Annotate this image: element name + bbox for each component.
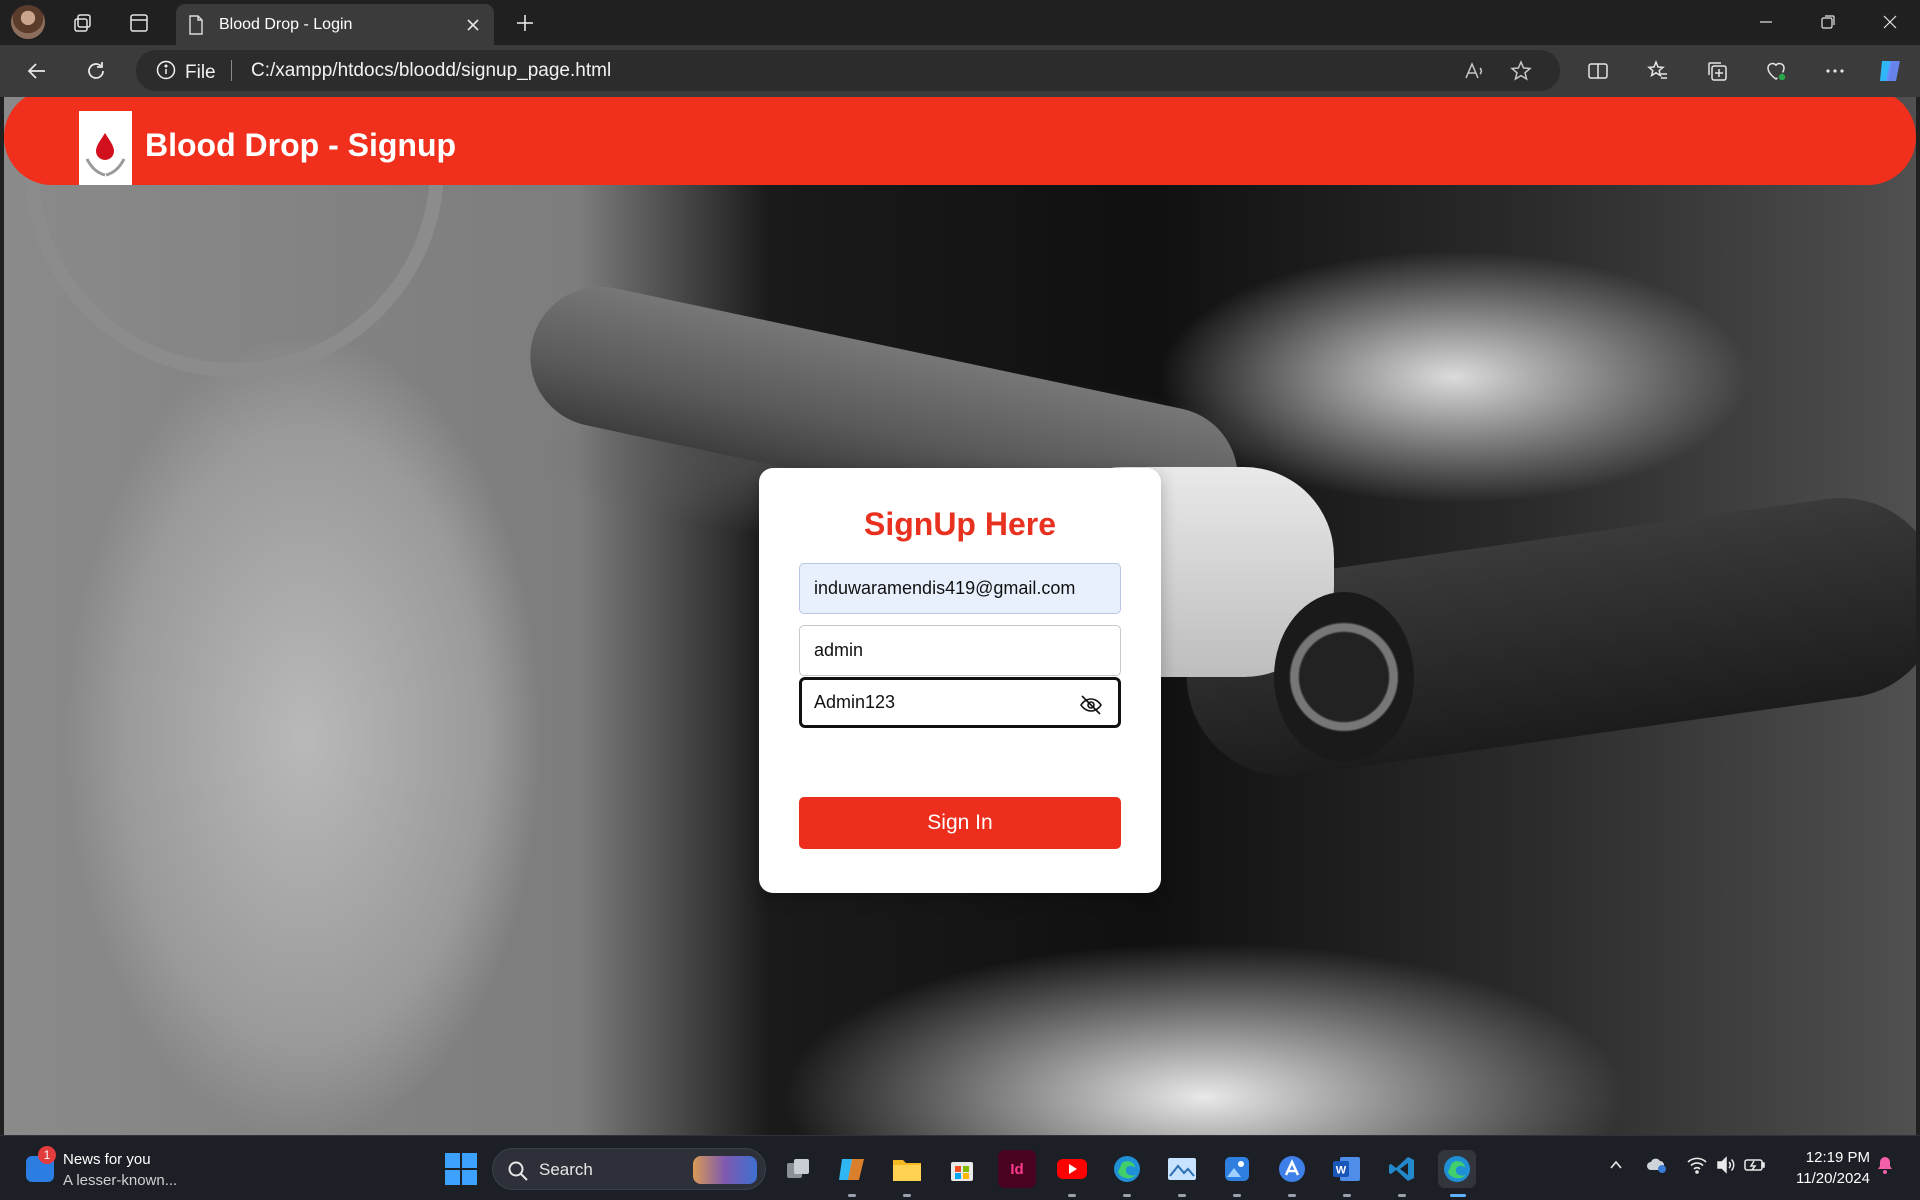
indesign-icon[interactable]: Id xyxy=(998,1150,1036,1188)
sign-in-button[interactable]: Sign In xyxy=(799,797,1121,849)
volume-icon[interactable] xyxy=(1714,1153,1738,1177)
notification-bell-icon[interactable] xyxy=(1873,1153,1897,1177)
protocol-label: File xyxy=(185,62,216,83)
more-options-icon[interactable] xyxy=(1817,53,1853,89)
workspaces-icon[interactable] xyxy=(66,6,100,40)
clock-date: 11/20/2024 xyxy=(1796,1170,1870,1187)
app-store-a-icon[interactable] xyxy=(1273,1150,1311,1197)
microsoft-store-icon[interactable] xyxy=(943,1150,981,1188)
password-field[interactable] xyxy=(799,677,1121,728)
read-aloud-icon[interactable] xyxy=(1462,58,1488,84)
news-subtitle: A lesser-known... xyxy=(63,1172,178,1189)
app-header: Blood Drop - Signup xyxy=(4,97,1916,185)
wifi-icon[interactable] xyxy=(1685,1153,1709,1177)
windows-taskbar: 1 News for you A lesser-known... Search … xyxy=(0,1135,1920,1200)
task-view-icon[interactable] xyxy=(779,1150,817,1188)
active-tab[interactable]: Blood Drop - Login xyxy=(176,4,494,45)
username-input[interactable] xyxy=(800,626,1120,675)
profile-avatar[interactable] xyxy=(11,5,45,39)
close-window-icon[interactable] xyxy=(1860,0,1920,44)
photos-icon[interactable] xyxy=(1218,1150,1256,1197)
show-hidden-icons-chevron-up-icon[interactable] xyxy=(1604,1153,1628,1177)
split-screen-icon[interactable] xyxy=(1580,53,1616,89)
search-highlight-image xyxy=(693,1156,757,1184)
search-icon xyxy=(508,1161,528,1181)
favorite-star-icon[interactable] xyxy=(1508,58,1534,84)
background-photo-shirt xyxy=(24,157,444,377)
edge-active-icon[interactable] xyxy=(1438,1150,1476,1197)
email-field[interactable] xyxy=(799,563,1121,614)
close-tab-icon[interactable] xyxy=(460,12,486,38)
username-field[interactable] xyxy=(799,625,1121,676)
vertical-tabs-icon[interactable] xyxy=(122,6,156,40)
back-arrow-icon[interactable] xyxy=(19,53,55,89)
copilot-icon[interactable] xyxy=(1872,53,1908,89)
tab-title: Blood Drop - Login xyxy=(219,16,353,33)
new-tab-icon[interactable] xyxy=(508,6,542,40)
address-bar[interactable]: File C:/xampp/htdocs/bloodd/signup_page.… xyxy=(136,50,1560,91)
site-info-button[interactable]: File xyxy=(156,60,216,86)
page-viewport: Blood Drop - Signup SignUp Here Sign In xyxy=(4,97,1916,1135)
url-text[interactable]: C:/xampp/htdocs/bloodd/signup_page.html xyxy=(251,60,611,82)
background-photo-watch xyxy=(1274,592,1414,762)
system-clock[interactable]: 12:19 PM 11/20/2024 xyxy=(1770,1147,1870,1189)
svg-text:W: W xyxy=(1336,1165,1347,1177)
form-title: SignUp Here xyxy=(863,506,1057,542)
refresh-icon[interactable] xyxy=(78,53,114,89)
browser-tab-strip: Blood Drop - Login xyxy=(0,0,1920,45)
taskbar-search-box[interactable]: Search xyxy=(492,1148,766,1190)
search-label: Search xyxy=(539,1160,593,1179)
edge-icon[interactable] xyxy=(1108,1150,1146,1197)
email-input[interactable] xyxy=(800,564,1120,613)
signup-form: SignUp Here Sign In xyxy=(759,468,1161,893)
copilot-app-icon[interactable] xyxy=(833,1150,871,1197)
news-title: News for you xyxy=(63,1151,151,1168)
windows-start-icon[interactable] xyxy=(445,1153,477,1185)
word-icon[interactable]: W xyxy=(1328,1150,1366,1197)
browser-toolbar: File C:/xampp/htdocs/bloodd/signup_page.… xyxy=(0,45,1920,97)
favorites-icon[interactable] xyxy=(1640,53,1676,89)
minimize-icon[interactable] xyxy=(1736,0,1796,44)
hide-password-eye-slash-icon[interactable] xyxy=(1078,692,1104,718)
battery-icon[interactable] xyxy=(1743,1153,1767,1177)
browser-essentials-icon[interactable] xyxy=(1758,53,1794,89)
notification-badge: 1 xyxy=(38,1146,56,1164)
youtube-icon[interactable] xyxy=(1053,1150,1091,1197)
vscode-icon[interactable] xyxy=(1383,1150,1421,1197)
blood-drop-logo xyxy=(79,111,132,185)
onedrive-sync-icon[interactable] xyxy=(1645,1153,1669,1177)
address-separator xyxy=(231,60,232,81)
file-explorer-icon[interactable] xyxy=(888,1150,926,1197)
app-title: Blood Drop - Signup xyxy=(145,127,457,163)
restore-icon[interactable] xyxy=(1798,0,1858,44)
collections-icon[interactable] xyxy=(1699,53,1735,89)
info-icon xyxy=(156,60,176,86)
password-input[interactable] xyxy=(802,680,1118,725)
news-widget[interactable]: 1 News for you A lesser-known... xyxy=(22,1146,222,1192)
page-favicon-icon xyxy=(188,15,204,40)
clock-time: 12:19 PM xyxy=(1805,1149,1870,1166)
photos-viewer-icon[interactable] xyxy=(1163,1150,1201,1197)
